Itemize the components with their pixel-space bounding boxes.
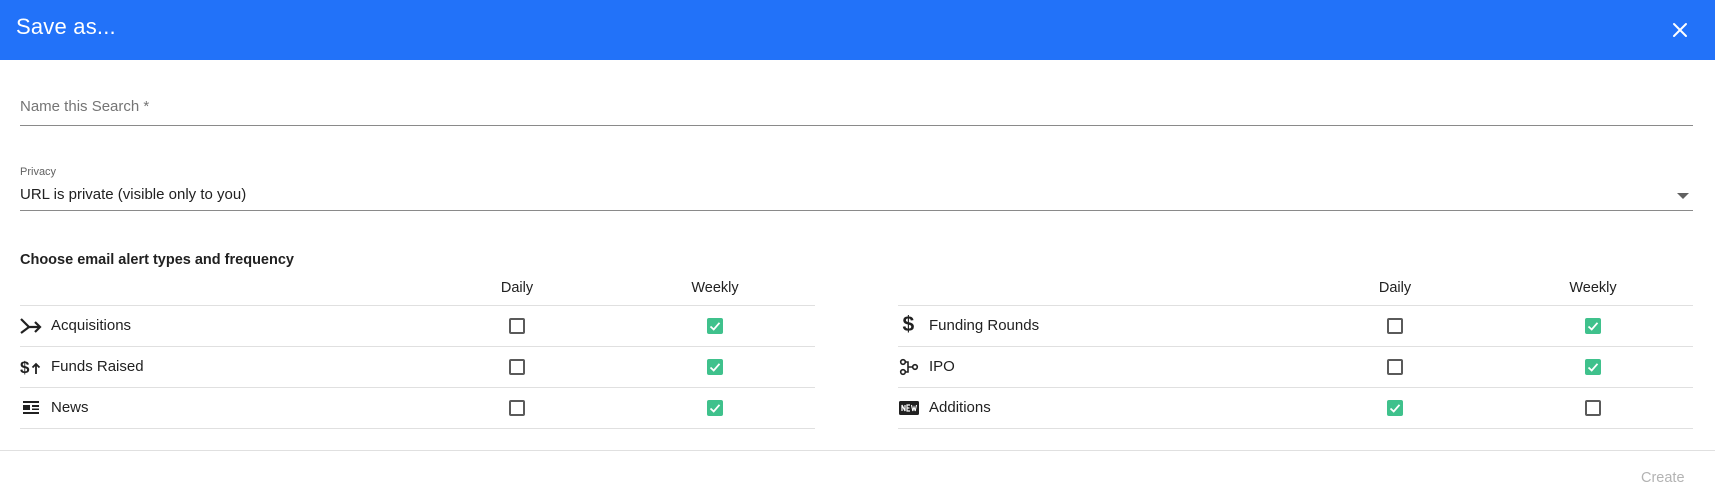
alerts-table-right: Daily Weekly $ Funding Rounds IPO Additi…	[898, 275, 1693, 429]
alert-label: Funding Rounds	[929, 317, 1040, 334]
alert-label: News	[51, 399, 89, 416]
check-icon	[1389, 404, 1401, 413]
privacy-value: URL is private (visible only to you)	[20, 186, 247, 203]
acquisitions-weekly-checkbox[interactable]	[707, 318, 723, 334]
svg-text:$: $	[20, 358, 30, 376]
create-button[interactable]: Create	[1641, 470, 1685, 486]
alert-row-acquisitions: Acquisitions	[20, 306, 815, 347]
ipo-icon	[898, 358, 920, 376]
alert-row-ipo: IPO	[898, 347, 1693, 388]
weekly-column-header: Weekly	[691, 280, 739, 296]
alert-row-funds-raised: $ Funds Raised	[20, 347, 815, 388]
alert-label: IPO	[929, 358, 955, 375]
alert-label: Additions	[929, 399, 991, 416]
alerts-section-title: Choose email alert types and frequency	[20, 252, 294, 268]
footer-divider	[0, 450, 1715, 451]
dollar-icon: $	[898, 313, 920, 335]
dialog-header: Save as...	[0, 0, 1715, 60]
table-header: Daily Weekly	[20, 275, 815, 306]
news-weekly-checkbox[interactable]	[707, 400, 723, 416]
check-icon	[709, 404, 721, 413]
news-daily-checkbox[interactable]	[509, 400, 525, 416]
search-name-input[interactable]	[20, 98, 1693, 115]
funds-raised-icon: $	[20, 358, 42, 376]
daily-column-header: Daily	[500, 280, 534, 296]
alert-row-funding-rounds: $ Funding Rounds	[898, 306, 1693, 347]
privacy-select[interactable]: URL is private (visible only to you)	[20, 180, 1693, 211]
ipo-daily-checkbox[interactable]	[1387, 359, 1403, 375]
close-icon	[1673, 23, 1687, 37]
table-header: Daily Weekly	[898, 275, 1693, 306]
news-icon	[20, 399, 42, 417]
close-button[interactable]	[1664, 14, 1696, 46]
check-icon	[709, 322, 721, 331]
alert-label: Funds Raised	[51, 358, 144, 375]
funding-rounds-daily-checkbox[interactable]	[1387, 318, 1403, 334]
additions-daily-checkbox[interactable]	[1387, 400, 1403, 416]
new-badge-icon	[898, 399, 920, 417]
acquisitions-daily-checkbox[interactable]	[509, 318, 525, 334]
funding-rounds-weekly-checkbox[interactable]	[1585, 318, 1601, 334]
privacy-label: Privacy	[20, 166, 57, 178]
alert-row-news: News	[20, 388, 815, 429]
check-icon	[709, 363, 721, 372]
dropdown-arrow-icon	[1677, 193, 1689, 199]
check-icon	[1587, 322, 1599, 331]
weekly-column-header: Weekly	[1569, 280, 1617, 296]
alerts-table-left: Daily Weekly Acquisitions $ Funds Raised	[20, 275, 815, 429]
funds-raised-daily-checkbox[interactable]	[509, 359, 525, 375]
check-icon	[1587, 363, 1599, 372]
additions-weekly-checkbox[interactable]	[1585, 400, 1601, 416]
alert-label: Acquisitions	[51, 317, 132, 334]
svg-text:$: $	[903, 313, 915, 335]
acquisitions-icon	[20, 317, 42, 335]
dialog-title: Save as...	[16, 14, 116, 39]
alert-row-additions: Additions	[898, 388, 1693, 429]
search-name-field[interactable]	[20, 90, 1693, 126]
ipo-weekly-checkbox[interactable]	[1585, 359, 1601, 375]
daily-column-header: Daily	[1378, 280, 1412, 296]
funds-raised-weekly-checkbox[interactable]	[707, 359, 723, 375]
